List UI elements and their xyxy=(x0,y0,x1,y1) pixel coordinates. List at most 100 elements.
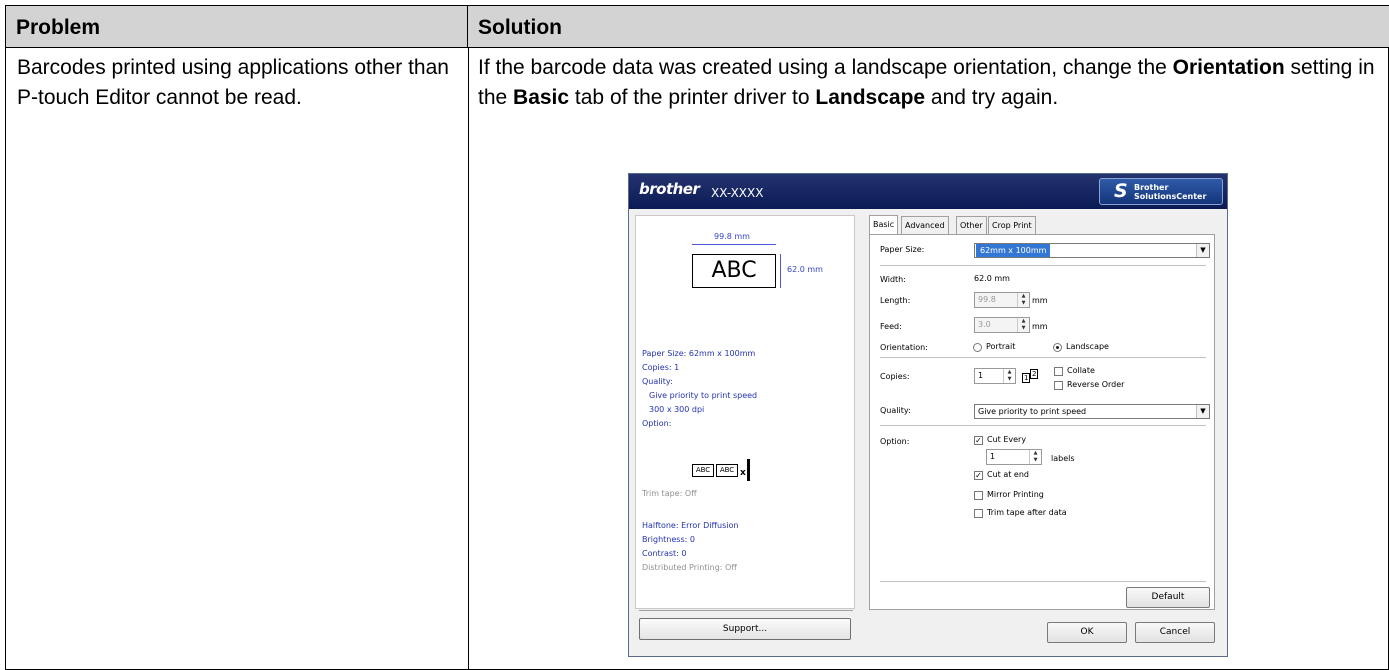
header-solution-label: Solution xyxy=(478,16,562,39)
reverse-order-label: Reverse Order xyxy=(1067,380,1125,389)
stepper-arrows-icon[interactable]: ▲ ▼ xyxy=(1003,369,1015,383)
width-dimension-line xyxy=(692,244,776,245)
solutions-center-button[interactable]: S Brother SolutionsCenter xyxy=(1099,178,1223,205)
solution-part-4: and try again. xyxy=(925,86,1059,109)
height-dimension-line xyxy=(780,254,781,288)
info-contrast: Contrast: 0 xyxy=(642,549,687,558)
separator xyxy=(880,581,1206,582)
cut-every-value: 1 xyxy=(990,452,996,461)
separator xyxy=(880,425,1206,426)
feed-label: Feed: xyxy=(880,322,902,331)
default-button[interactable]: Default xyxy=(1126,587,1210,608)
cut-label-2: ABC xyxy=(716,464,738,477)
label-preview: ABC xyxy=(692,254,776,288)
cut-option-icon: ABC ABC x xyxy=(692,459,752,481)
width-value: 62.0 mm xyxy=(974,274,1010,283)
trim-tape-label: Trim tape after data xyxy=(987,508,1067,517)
quality-select[interactable]: Give priority to print speed ▼ xyxy=(974,404,1210,419)
copies-value: 1 xyxy=(978,371,984,380)
collate-label: Collate xyxy=(1067,366,1095,375)
tab-advanced[interactable]: Advanced xyxy=(901,216,949,235)
separator xyxy=(880,265,1206,266)
stepper-arrows-icon[interactable]: ▲ ▼ xyxy=(1017,293,1029,307)
support-separator xyxy=(639,610,853,611)
collate-checkbox[interactable] xyxy=(1054,367,1063,376)
info-halftone: Halftone: Error Diffusion xyxy=(642,521,739,530)
info-distributed-printing: Distributed Printing: Off xyxy=(642,563,737,572)
quality-label: Quality: xyxy=(880,406,911,415)
printer-driver-dialog: brother XX-XXXX S Brother SolutionsCenter… xyxy=(628,173,1228,657)
landscape-label: Landscape xyxy=(1066,342,1109,351)
portrait-radio[interactable] xyxy=(973,343,982,352)
paper-size-select[interactable]: 62mm x 100mm ▼ xyxy=(974,243,1210,258)
dialog-title-bar: brother XX-XXXX S Brother SolutionsCenter xyxy=(629,174,1227,209)
feed-unit: mm xyxy=(1032,322,1048,331)
tab-other[interactable]: Other xyxy=(956,216,987,235)
solutions-center-label: Brother SolutionsCenter xyxy=(1134,183,1206,201)
stepper-arrows-icon[interactable]: ▲ ▼ xyxy=(1029,450,1041,464)
solution-bold-basic: Basic xyxy=(513,86,570,109)
ok-button[interactable]: OK xyxy=(1047,622,1127,643)
preview-width-label: 99.8 mm xyxy=(714,232,750,241)
basic-settings-panel: Paper Size: 62mm x 100mm ▼ Width: 62.0 m… xyxy=(869,234,1215,610)
info-copies: Copies: 1 xyxy=(642,363,680,372)
cut-every-checkbox[interactable]: ✓ xyxy=(974,436,983,445)
length-stepper[interactable]: 99.8 ▲ ▼ xyxy=(974,292,1030,308)
info-brightness: Brightness: 0 xyxy=(642,535,695,544)
solution-part-3: tab of the printer driver to xyxy=(569,86,816,109)
copies-stepper[interactable]: 1 ▲ ▼ xyxy=(974,368,1016,384)
header-problem-label: Problem xyxy=(16,16,101,39)
chevron-down-icon: ▼ xyxy=(1196,405,1209,418)
collate-icon-2: 2 xyxy=(1030,369,1039,379)
landscape-radio[interactable] xyxy=(1053,343,1062,352)
info-quality: Quality: xyxy=(642,377,673,386)
mirror-printing-checkbox[interactable] xyxy=(974,491,983,500)
solutions-center-line1: Brother xyxy=(1134,183,1169,192)
solutions-center-line2: SolutionsCenter xyxy=(1134,192,1207,201)
info-dpi: 300 x 300 dpi xyxy=(649,405,705,414)
solution-text: If the barcode data was created using a … xyxy=(478,53,1383,113)
orientation-label: Orientation: xyxy=(880,343,928,352)
support-button[interactable]: Support... xyxy=(639,618,851,640)
reverse-order-checkbox[interactable] xyxy=(1054,381,1063,390)
width-label: Width: xyxy=(880,275,906,284)
length-value: 99.8 xyxy=(978,295,996,304)
quality-value: Give priority to print speed xyxy=(978,407,1087,416)
cut-mark-icon xyxy=(747,459,750,481)
brother-logo: brother xyxy=(639,180,700,198)
chevron-down-icon: ▼ xyxy=(1196,244,1209,257)
feed-value: 3.0 xyxy=(978,320,991,329)
header-solution: Solution xyxy=(468,6,1389,48)
header-problem: Problem xyxy=(6,6,468,48)
paper-size-label: Paper Size: xyxy=(880,245,925,254)
tab-crop-print[interactable]: Crop Print xyxy=(988,216,1036,235)
info-paper-size: Paper Size: 62mm x 100mm xyxy=(642,349,756,358)
portrait-label: Portrait xyxy=(986,342,1016,351)
length-label: Length: xyxy=(880,296,911,305)
mirror-printing-label: Mirror Printing xyxy=(987,490,1044,499)
cut-at-end-checkbox[interactable]: ✓ xyxy=(974,471,983,480)
trim-tape-checkbox[interactable] xyxy=(974,509,983,518)
cut-every-label: Cut Every xyxy=(987,435,1027,444)
preview-pane: 99.8 mm ABC 62.0 mm Paper Size: 62mm x 1… xyxy=(635,215,855,609)
tab-basic[interactable]: Basic xyxy=(869,215,899,235)
info-quality-value: Give priority to print speed xyxy=(649,391,758,400)
separator xyxy=(880,357,1206,358)
stepper-arrows-icon[interactable]: ▲ ▼ xyxy=(1017,318,1029,332)
column-divider xyxy=(468,48,469,670)
info-option: Option: xyxy=(642,419,672,428)
cut-every-stepper[interactable]: 1 ▲ ▼ xyxy=(986,449,1042,465)
preview-height-label: 62.0 mm xyxy=(787,265,823,274)
cut-label-1: ABC xyxy=(692,464,714,477)
copies-label: Copies: xyxy=(880,372,910,381)
feed-stepper[interactable]: 3.0 ▲ ▼ xyxy=(974,317,1030,333)
model-name: XX-XXXX xyxy=(711,186,764,200)
paper-size-value: 62mm x 100mm xyxy=(976,244,1051,257)
solutions-center-icon: S xyxy=(1114,180,1128,202)
problem-text: Barcodes printed using applications othe… xyxy=(17,56,449,109)
solution-part-1: If the barcode data was created using a … xyxy=(478,56,1173,79)
labels-unit: labels xyxy=(1051,454,1075,463)
solution-bold-landscape: Landscape xyxy=(815,86,926,109)
option-label: Option: xyxy=(880,437,910,446)
cancel-button[interactable]: Cancel xyxy=(1135,622,1215,643)
